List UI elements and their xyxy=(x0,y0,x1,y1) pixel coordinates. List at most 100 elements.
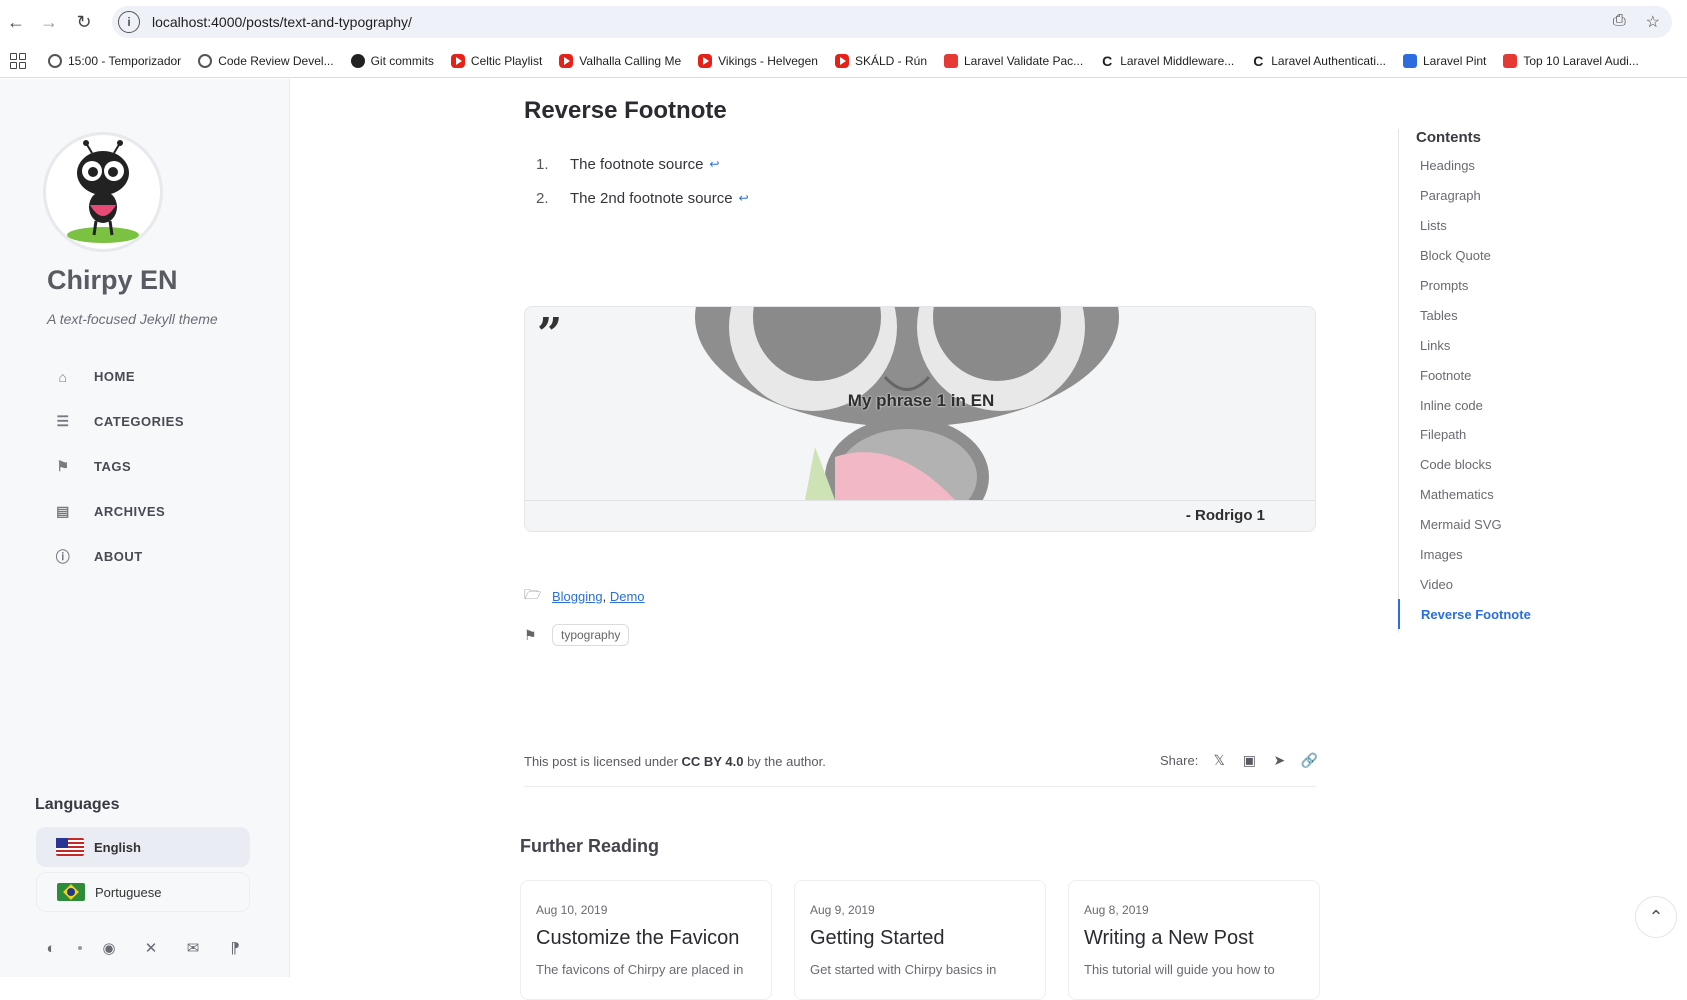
separator-dot xyxy=(78,946,82,950)
card-date: Aug 8, 2019 xyxy=(1084,903,1149,917)
install-app-icon[interactable]: ⎙ xyxy=(1613,12,1626,32)
language-portuguese[interactable]: Portuguese xyxy=(36,872,250,912)
globe-icon xyxy=(198,53,213,68)
toc-item[interactable]: Filepath xyxy=(1399,420,1531,450)
sidebar-footer: ◐ ◉ ✕ ✉ ⁋ xyxy=(36,933,250,963)
site-info-icon[interactable]: i xyxy=(118,11,140,33)
x-twitter-icon[interactable]: 𝕏 xyxy=(1210,751,1228,769)
toc-item[interactable]: Headings xyxy=(1399,151,1531,181)
sidebar-item-archives[interactable]: ▤ ARCHIVES xyxy=(42,489,272,534)
quote-author: - Rodrigo 1 xyxy=(1185,507,1265,524)
bookmark-item[interactable]: Code Review Devel... xyxy=(198,53,334,68)
toc-item[interactable]: Video xyxy=(1399,569,1531,599)
back-arrow-icon[interactable]: ← xyxy=(4,10,28,34)
forward-arrow-icon[interactable]: → xyxy=(37,10,61,34)
toc-title: Contents xyxy=(1416,129,1481,146)
copy-link-icon[interactable]: 🔗 xyxy=(1300,751,1318,769)
related-post-card[interactable]: Aug 10, 2019 Customize the Favicon The f… xyxy=(520,880,772,1000)
sidebar-item-categories[interactable]: ☰ CATEGORIES xyxy=(42,399,272,444)
bookmark-item[interactable]: Top 10 Laravel Audi... xyxy=(1503,53,1639,68)
sidebar-nav: ⌂ HOME ☰ CATEGORIES ⚑ TAGS ▤ ARCHIVES ⓘ … xyxy=(42,354,272,579)
quote-card: ” My phrase 1 in EN - Rodrigo 1 xyxy=(524,306,1316,532)
footnote-backlink[interactable]: ↩ xyxy=(709,157,719,171)
quote-footer: - Rodrigo 1 xyxy=(525,500,1315,531)
address-url[interactable]: localhost:4000/posts/text-and-typography… xyxy=(152,14,412,30)
toc-item[interactable]: Footnote xyxy=(1399,360,1531,390)
bookmark-item[interactable]: Laravel Validate Pac... xyxy=(944,53,1083,68)
language-english[interactable]: English xyxy=(36,827,250,867)
card-excerpt: This tutorial will guide you how to xyxy=(1084,962,1275,977)
bookmark-item[interactable]: SKÁLD - Rún xyxy=(834,53,927,68)
footnote-backlink[interactable]: ↩ xyxy=(739,191,749,205)
toc-item[interactable]: Links xyxy=(1399,330,1531,360)
pint-icon xyxy=(1403,53,1417,68)
email-icon[interactable]: ✉ xyxy=(178,933,208,963)
avatar[interactable] xyxy=(46,135,160,249)
card-date: Aug 10, 2019 xyxy=(536,903,608,917)
bookmark-item[interactable]: Celtic Playlist xyxy=(450,53,542,68)
c-icon: C xyxy=(1253,52,1264,69)
tags-icon: ⚑ xyxy=(524,626,537,643)
bookmark-item[interactable]: Git commits xyxy=(350,53,434,68)
card-title: Getting Started xyxy=(810,927,945,949)
apps-grid-icon[interactable] xyxy=(10,52,26,69)
back-to-top-button[interactable]: ⌃ xyxy=(1635,896,1677,938)
sidebar-item-about[interactable]: ⓘ ABOUT xyxy=(42,534,272,579)
toc-list: Headings Paragraph Lists Block Quote Prompts… xyxy=(1398,151,1531,630)
toc-item[interactable]: Block Quote xyxy=(1399,241,1531,271)
bookmark-item[interactable]: C Laravel Middleware... xyxy=(1100,54,1234,68)
bookmark-item[interactable]: C Laravel Authenticati... xyxy=(1251,54,1386,68)
sidebar: Chirpy EN A text-focused Jekyll theme ⌂ … xyxy=(0,79,290,977)
reload-icon[interactable]: ↻ xyxy=(72,10,96,34)
rss-icon[interactable]: ⁋ xyxy=(220,933,250,963)
table-of-contents: Contents Headings Paragraph Lists Block Quo… xyxy=(1398,129,1598,633)
chevron-up-icon: ⌃ xyxy=(1648,906,1664,927)
tag-link[interactable]: typography xyxy=(552,624,630,646)
related-post-card[interactable]: Aug 9, 2019 Getting Started Get started … xyxy=(794,880,1046,1000)
toc-item[interactable]: Tables xyxy=(1399,300,1531,330)
toc-item[interactable]: Mathematics xyxy=(1399,480,1531,510)
youtube-icon xyxy=(834,53,849,68)
toc-item[interactable]: Prompts xyxy=(1399,271,1531,301)
laravel-news-icon xyxy=(944,53,958,68)
ant-mascot-image xyxy=(67,140,139,243)
divider xyxy=(524,786,1316,787)
footnote-item: 1. The footnote source ↩ xyxy=(536,155,720,173)
toc-item[interactable]: Images xyxy=(1399,540,1531,570)
bookmark-item[interactable]: Vikings - Helvegen xyxy=(698,53,818,68)
bookmark-item[interactable]: Laravel Pint xyxy=(1403,53,1486,68)
share-label: Share: xyxy=(1160,752,1199,768)
license-text: This post is licensed under CC BY 4.0 by… xyxy=(524,754,826,769)
license-link[interactable]: CC BY 4.0 xyxy=(682,754,744,769)
address-bar[interactable]: i localhost:4000/posts/text-and-typograp… xyxy=(112,6,1672,38)
toc-item[interactable]: Paragraph xyxy=(1399,181,1531,211)
brazil-flag-icon xyxy=(57,883,85,901)
x-twitter-icon[interactable]: ✕ xyxy=(136,933,166,963)
site-title[interactable]: Chirpy EN xyxy=(47,265,178,296)
bookmarks-bar: 15:00 - Temporizador Code Review Devel..… xyxy=(0,44,1687,78)
youtube-icon xyxy=(698,53,713,68)
category-link[interactable]: Blogging xyxy=(552,589,603,604)
bookmark-item[interactable]: Valhalla Calling Me xyxy=(559,53,681,68)
telegram-icon[interactable]: ➤ xyxy=(1270,751,1288,769)
sidebar-item-tags[interactable]: ⚑ TAGS xyxy=(42,444,272,489)
toc-item[interactable]: Lists xyxy=(1399,211,1531,241)
github-icon[interactable]: ◉ xyxy=(94,933,124,963)
folder-open-icon: 🗁 xyxy=(524,586,542,602)
card-title: Writing a New Post xyxy=(1084,927,1254,949)
footnote-item: 2. The 2nd footnote source ↩ xyxy=(536,189,749,207)
bookmark-item[interactable]: 15:00 - Temporizador xyxy=(48,53,181,68)
toc-item[interactable]: Mermaid SVG xyxy=(1399,510,1531,540)
sidebar-item-home[interactable]: ⌂ HOME xyxy=(42,354,272,399)
languages-title: Languages xyxy=(35,796,120,813)
toc-item[interactable]: Code blocks xyxy=(1399,450,1531,480)
theme-toggle-icon[interactable]: ◐ xyxy=(36,933,66,963)
related-post-card[interactable]: Aug 8, 2019 Writing a New Post This tuto… xyxy=(1068,880,1320,1000)
bookmark-star-icon[interactable]: ☆ xyxy=(1646,12,1660,32)
toc-item[interactable]: Reverse Footnote xyxy=(1398,599,1531,630)
c-icon: C xyxy=(1102,52,1113,69)
section-heading: Reverse Footnote xyxy=(524,97,727,124)
toc-item[interactable]: Inline code xyxy=(1399,390,1531,420)
category-link[interactable]: Demo xyxy=(610,589,645,604)
facebook-icon[interactable]: ▣ xyxy=(1240,751,1258,769)
